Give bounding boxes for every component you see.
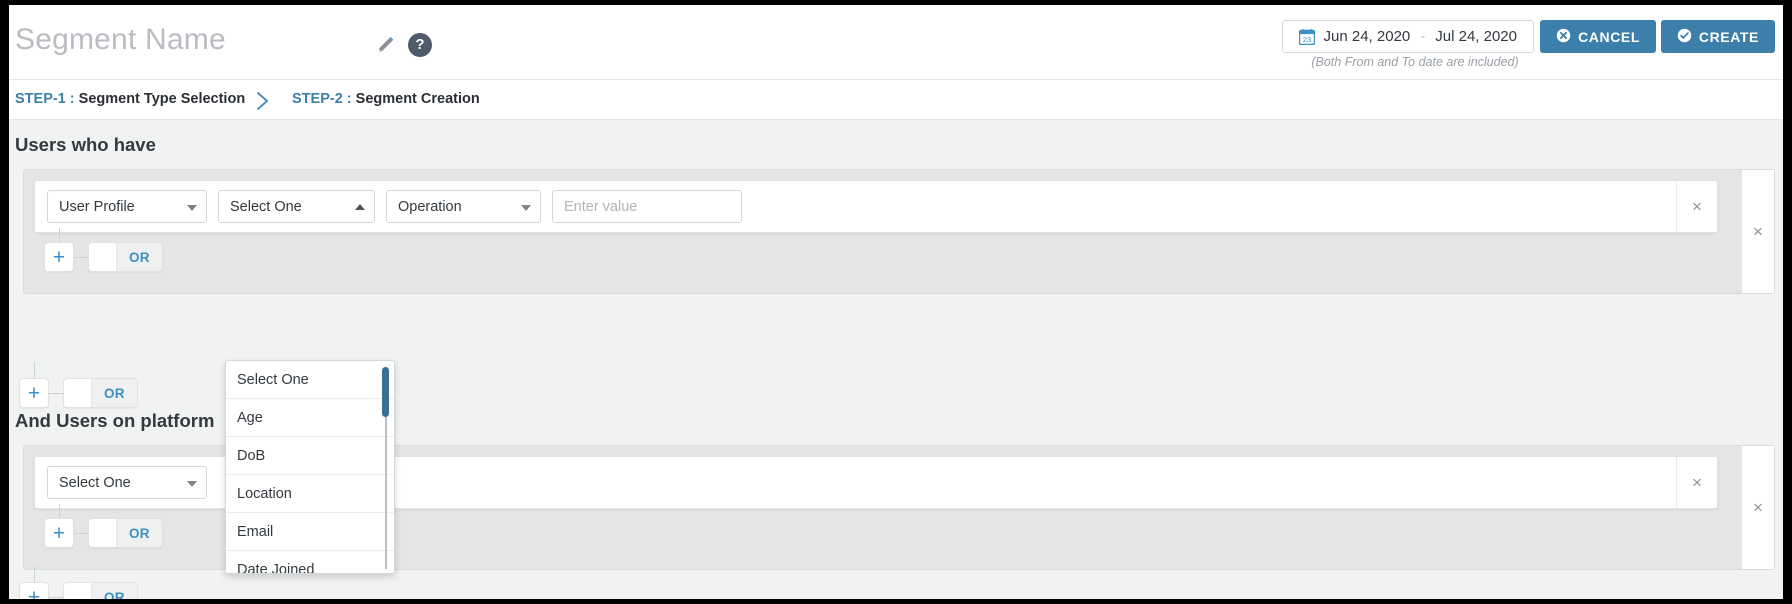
dropdown-option-2[interactable]: DoB bbox=[226, 437, 394, 475]
close-icon: × bbox=[1753, 222, 1763, 241]
page-header: Segment Name ? 23 Jun 24, 2020 - Jul 24,… bbox=[9, 5, 1783, 80]
date-range-picker[interactable]: 23 Jun 24, 2020 - Jul 24, 2020 bbox=[1281, 20, 1534, 53]
dropdown-option-3[interactable]: Location bbox=[226, 475, 394, 513]
cancel-icon bbox=[1556, 28, 1571, 46]
svg-text:23: 23 bbox=[1302, 35, 1310, 44]
help-icon[interactable]: ? bbox=[408, 33, 432, 57]
chevron-down-icon bbox=[521, 204, 531, 211]
add-group-button-1[interactable]: + bbox=[19, 378, 49, 408]
or-toggle-2[interactable]: OR bbox=[88, 518, 163, 548]
tree-stem bbox=[59, 504, 60, 518]
scrollbar-thumb[interactable] bbox=[382, 367, 389, 417]
step-1-number: STEP-1 : bbox=[15, 91, 75, 107]
section-2-heading: And Users on platform bbox=[15, 410, 215, 431]
attribute-group-select-1[interactable]: User Profile bbox=[47, 190, 207, 223]
scrollbar-track bbox=[385, 417, 387, 569]
add-or-condition-row-2: + OR bbox=[44, 504, 163, 548]
remove-condition-2-button[interactable]: × bbox=[1676, 457, 1717, 508]
operation-select-1[interactable]: Operation bbox=[386, 190, 541, 223]
or-toggle-label-2: OR bbox=[129, 525, 150, 541]
or-connector bbox=[74, 532, 88, 534]
or-connector bbox=[49, 596, 63, 598]
condition-group-1: User Profile Select One Operation × bbox=[23, 169, 1775, 294]
tree-stem bbox=[59, 228, 60, 242]
operation-value-1: Operation bbox=[398, 198, 462, 215]
chevron-up-icon bbox=[355, 203, 365, 210]
close-icon: × bbox=[1692, 197, 1702, 216]
or-toggle-swatch bbox=[89, 519, 117, 547]
attribute-value-1: Select One bbox=[230, 198, 302, 215]
attribute-dropdown-menu[interactable]: Select One Age DoB Location Email Date Joined bbox=[225, 360, 395, 574]
date-range-from: Jun 24, 2020 bbox=[1323, 28, 1411, 45]
create-button-label: CREATE bbox=[1698, 28, 1759, 45]
check-circle-icon bbox=[1677, 28, 1692, 46]
or-toggle-label-1: OR bbox=[129, 249, 150, 265]
step-1-label: Segment Type Selection bbox=[74, 91, 246, 107]
or-toggle-group-1[interactable]: OR bbox=[63, 378, 138, 408]
date-range-to: Jul 24, 2020 bbox=[1435, 28, 1517, 45]
close-icon: × bbox=[1753, 498, 1763, 517]
add-condition-button-1[interactable]: + bbox=[44, 242, 74, 272]
add-or-group-row-2: + OR bbox=[19, 566, 138, 599]
create-button[interactable]: CREATE bbox=[1660, 20, 1775, 53]
segment-name-input[interactable]: Segment Name bbox=[15, 23, 226, 57]
add-or-condition-row-1: + OR bbox=[44, 228, 163, 272]
or-connector bbox=[74, 256, 88, 258]
dropdown-option-5[interactable]: Date Joined bbox=[226, 551, 394, 574]
or-toggle-group-2[interactable]: OR bbox=[63, 582, 138, 599]
section-users-on-platform: And Users on platform bbox=[9, 410, 214, 432]
segment-builder: Users who have User Profile Select One O… bbox=[9, 120, 1783, 599]
cancel-button[interactable]: CANCEL bbox=[1540, 20, 1656, 53]
or-toggle-group-label-1: OR bbox=[104, 385, 125, 401]
condition-row-1: User Profile Select One Operation × bbox=[34, 180, 1718, 233]
or-toggle-swatch bbox=[64, 379, 92, 407]
close-icon: × bbox=[1692, 473, 1702, 492]
step-2-number: STEP-2 : bbox=[292, 91, 352, 107]
dropdown-option-0[interactable]: Select One bbox=[226, 361, 394, 399]
chevron-right-icon bbox=[252, 90, 274, 112]
chevron-down-icon bbox=[187, 480, 197, 487]
remove-group-2-button[interactable]: × bbox=[1741, 446, 1774, 569]
value-input-1[interactable] bbox=[552, 190, 742, 223]
attribute-select-1[interactable]: Select One bbox=[218, 190, 375, 223]
breadcrumb-step-1[interactable]: STEP-1 : Segment Type Selection bbox=[15, 91, 245, 107]
dropdown-option-1[interactable]: Age bbox=[226, 399, 394, 437]
add-condition-button-2[interactable]: + bbox=[44, 518, 74, 548]
chevron-down-icon bbox=[187, 204, 197, 211]
add-or-group-row-1: + OR bbox=[19, 362, 138, 408]
app-window: Segment Name ? 23 Jun 24, 2020 - Jul 24,… bbox=[9, 5, 1783, 599]
calendar-icon: 23 bbox=[1298, 28, 1315, 45]
tree-stem bbox=[34, 362, 35, 378]
date-range-separator: - bbox=[1420, 28, 1426, 45]
or-toggle-group-label-2: OR bbox=[104, 589, 125, 600]
attribute-group-value-2: Select One bbox=[59, 474, 131, 491]
or-connector bbox=[49, 392, 63, 394]
attribute-group-select-2[interactable]: Select One bbox=[47, 466, 207, 499]
remove-group-1-button[interactable]: × bbox=[1741, 170, 1774, 293]
or-toggle-swatch bbox=[64, 583, 92, 599]
remove-condition-1-button[interactable]: × bbox=[1676, 181, 1717, 232]
breadcrumb-step-2[interactable]: STEP-2 : Segment Creation bbox=[292, 91, 480, 107]
pencil-icon[interactable] bbox=[376, 35, 396, 55]
step-2-label: Segment Creation bbox=[351, 91, 480, 107]
section-1-heading: Users who have bbox=[15, 134, 156, 155]
tree-stem bbox=[34, 566, 35, 582]
or-toggle-swatch bbox=[89, 243, 117, 271]
date-range-note: (Both From and To date are included) bbox=[1311, 55, 1519, 69]
add-group-button-2[interactable]: + bbox=[19, 582, 49, 599]
step-breadcrumb: STEP-1 : Segment Type Selection STEP-2 :… bbox=[9, 80, 1783, 120]
section-users-who-have: Users who have bbox=[9, 134, 156, 156]
cancel-button-label: CANCEL bbox=[1578, 28, 1640, 45]
dropdown-option-4[interactable]: Email bbox=[226, 513, 394, 551]
attribute-group-value-1: User Profile bbox=[59, 198, 135, 215]
or-toggle-1[interactable]: OR bbox=[88, 242, 163, 272]
